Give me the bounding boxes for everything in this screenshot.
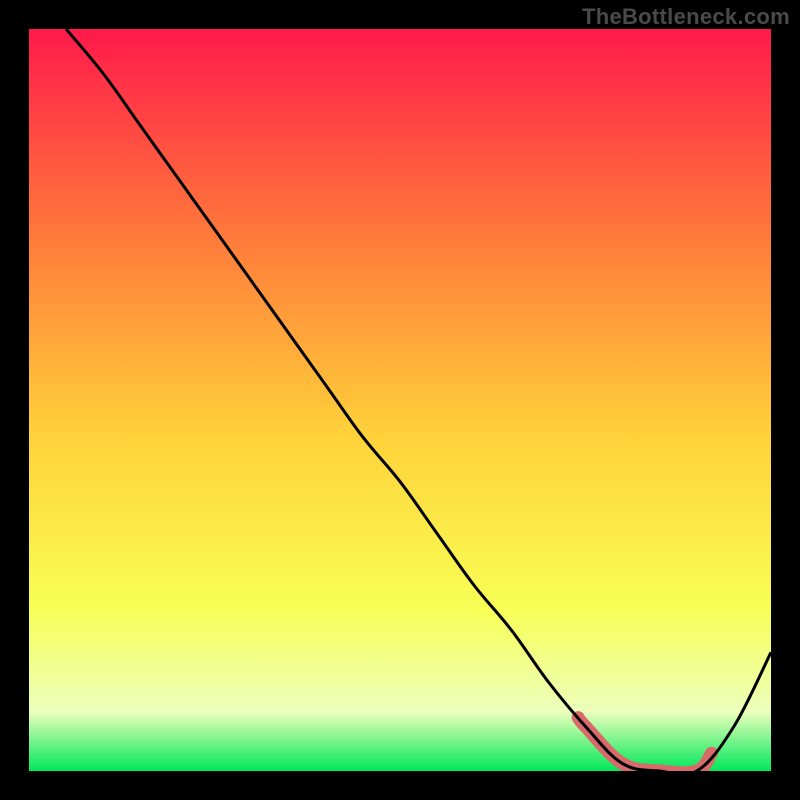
plot-area xyxy=(29,29,771,771)
chart-container: TheBottleneck.com xyxy=(0,0,800,800)
plot-svg xyxy=(29,29,771,771)
watermark-text: TheBottleneck.com xyxy=(582,4,790,30)
gradient-background xyxy=(29,29,771,771)
